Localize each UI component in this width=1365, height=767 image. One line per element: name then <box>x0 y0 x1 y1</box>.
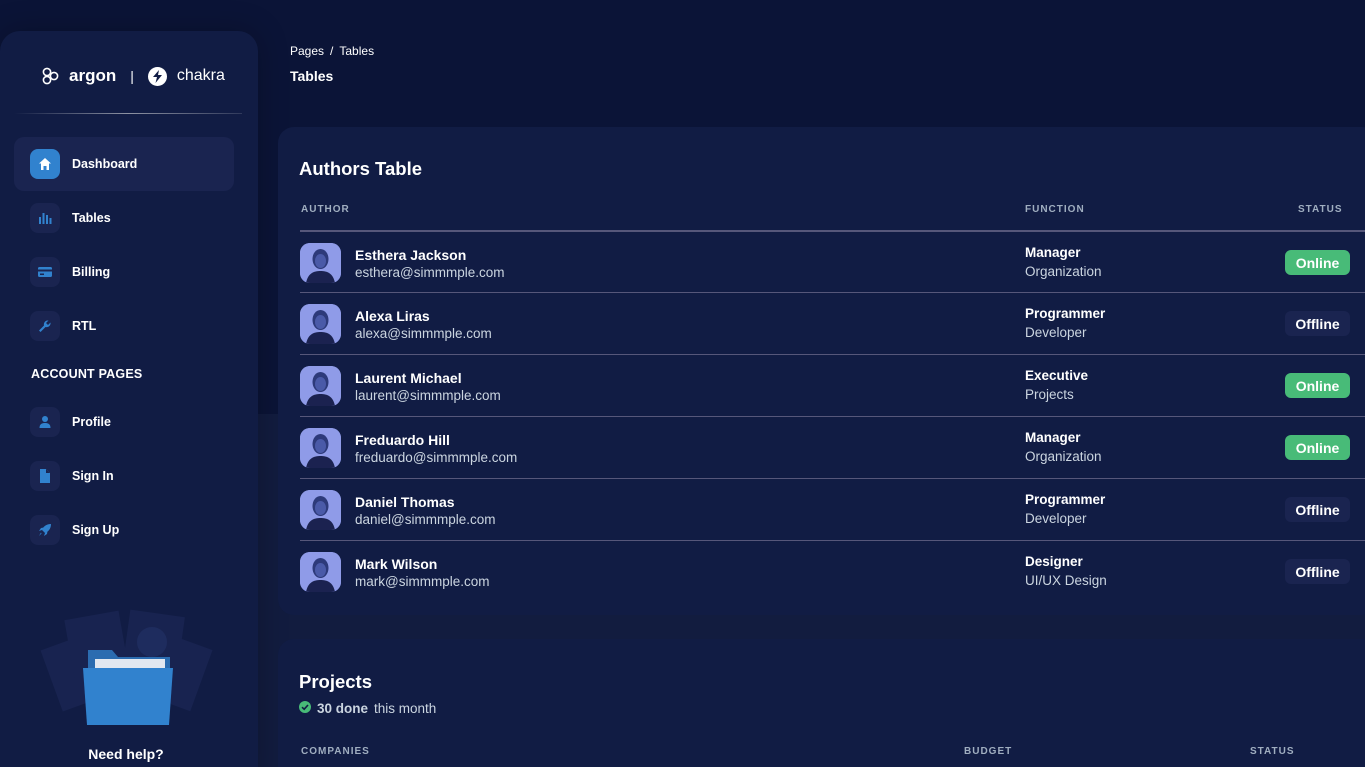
function-department: Developer <box>1025 325 1087 340</box>
projects-title: Projects <box>299 671 373 692</box>
table-row[interactable]: Laurent Michael laurent@simmmple.com Exe… <box>300 354 1365 416</box>
credit-card-icon <box>30 257 60 287</box>
sidebar-item-label: Dashboard <box>72 157 138 171</box>
help-folder-illustration <box>40 609 213 725</box>
column-header-author: AUTHOR <box>301 204 350 215</box>
sidebar-item-label: Profile <box>72 415 111 429</box>
status-badge: Offline <box>1285 559 1350 584</box>
document-icon <box>30 461 60 491</box>
need-help-text: Need help? <box>88 746 164 762</box>
status-badge: Online <box>1285 435 1350 460</box>
function-title: Manager <box>1025 245 1081 260</box>
brand-argon-label: argon <box>69 66 117 85</box>
table-row[interactable]: Mark Wilson mark@simmmple.com Designer U… <box>300 540 1365 602</box>
sidebar-item-label: Sign Up <box>72 523 120 537</box>
table-row[interactable]: Daniel Thomas daniel@simmmple.com Progra… <box>300 478 1365 540</box>
function-department: Organization <box>1025 449 1102 464</box>
function-department: Developer <box>1025 511 1087 526</box>
function-title: Designer <box>1025 554 1083 569</box>
author-email: freduardo@simmmple.com <box>355 450 518 465</box>
status-badge: Offline <box>1285 497 1350 522</box>
column-header-status: STATUS <box>1298 204 1343 215</box>
rocket-icon <box>30 515 60 545</box>
avatar <box>300 366 341 406</box>
function-title: Programmer <box>1025 306 1106 321</box>
author-name: Alexa Liras <box>355 308 430 324</box>
function-title: Executive <box>1025 368 1089 383</box>
projects-done-summary: 30 done this month <box>299 701 436 716</box>
home-icon <box>30 149 60 179</box>
function-title: Programmer <box>1025 492 1106 507</box>
author-email: esthera@simmmple.com <box>355 265 505 280</box>
sidebar-item-rtl[interactable]: RTL <box>14 299 234 353</box>
sidebar-item-profile[interactable]: Profile <box>14 395 234 449</box>
avatar <box>300 304 341 344</box>
avatar <box>300 552 341 592</box>
status-badge: Online <box>1285 250 1350 275</box>
status-badge: Offline <box>1285 311 1350 336</box>
sidebar-item-sign-up[interactable]: Sign Up <box>14 503 234 557</box>
function-department: Projects <box>1025 387 1074 402</box>
table-row[interactable]: Esthera Jackson esthera@simmmple.com Man… <box>300 230 1365 292</box>
function-department: Organization <box>1025 264 1102 279</box>
authors-table-title: Authors Table <box>299 158 422 179</box>
function-department: UI/UX Design <box>1025 573 1107 588</box>
sidebar-divider <box>14 113 242 114</box>
breadcrumb-root[interactable]: Pages <box>290 44 324 58</box>
sidebar-item-dashboard[interactable]: Dashboard <box>14 137 234 191</box>
account-pages-heading: ACCOUNT PAGES <box>31 367 143 381</box>
author-name: Mark Wilson <box>355 556 438 572</box>
page-title: Tables <box>290 68 334 84</box>
wrench-icon <box>30 311 60 341</box>
column-header-status: STATUS <box>1250 746 1295 757</box>
breadcrumb-current: Tables <box>339 44 375 58</box>
avatar <box>300 490 341 530</box>
author-email: alexa@simmmple.com <box>355 326 492 341</box>
projects-done-count: 30 done <box>317 701 369 716</box>
avatar <box>300 243 341 283</box>
sidebar-item-tables[interactable]: Tables <box>14 191 234 245</box>
avatar <box>300 428 341 468</box>
projects-done-suffix: this month <box>374 701 437 716</box>
table-row[interactable]: Freduardo Hill freduardo@simmmple.com Ma… <box>300 416 1365 478</box>
authors-table-card: Authors Table AUTHOR FUNCTION STATUS Est… <box>278 127 1365 615</box>
sidebar-item-label: Tables <box>72 211 111 225</box>
author-name: Laurent Michael <box>355 370 462 386</box>
column-header-companies: COMPANIES <box>301 746 370 757</box>
bar-chart-icon <box>30 203 60 233</box>
sidebar-item-label: Sign In <box>72 469 114 483</box>
projects-card: Projects 30 done this month COMPANIES BU… <box>278 639 1365 767</box>
brand-logo[interactable]: argon | chakra <box>41 63 225 89</box>
author-name: Freduardo Hill <box>355 432 450 448</box>
breadcrumb: Pages / Tables <box>290 44 374 58</box>
person-icon <box>30 407 60 437</box>
author-email: mark@simmmple.com <box>355 574 490 589</box>
chakra-logo-icon <box>147 66 167 86</box>
author-email: laurent@simmmple.com <box>355 388 501 403</box>
sidebar-item-billing[interactable]: Billing <box>14 245 234 299</box>
sidebar-item-label: Billing <box>72 265 111 279</box>
argon-logo-icon <box>42 67 59 85</box>
sidebar-item-sign-in[interactable]: Sign In <box>14 449 234 503</box>
sidebar-item-label: RTL <box>72 319 97 333</box>
brand-chakra-label: chakra <box>176 67 225 84</box>
table-row[interactable]: Alexa Liras alexa@simmmple.com Programme… <box>300 292 1365 354</box>
status-badge: Online <box>1285 373 1350 398</box>
brand-separator: | <box>130 68 134 84</box>
column-header-budget: BUDGET <box>964 746 1013 757</box>
check-circle-icon <box>299 701 311 716</box>
author-name: Esthera Jackson <box>355 247 467 263</box>
breadcrumb-separator: / <box>330 44 334 58</box>
function-title: Manager <box>1025 430 1081 445</box>
column-header-function: FUNCTION <box>1025 204 1085 215</box>
author-name: Daniel Thomas <box>355 494 455 510</box>
author-email: daniel@simmmple.com <box>355 512 496 527</box>
